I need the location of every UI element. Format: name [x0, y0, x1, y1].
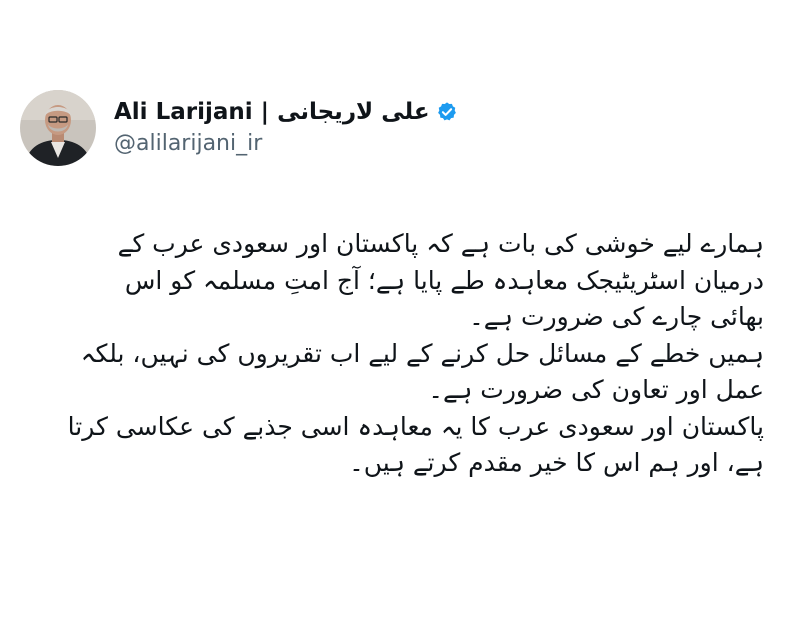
- display-name[interactable]: Ali Larijani | علی لاریجانی: [114, 97, 430, 127]
- handle[interactable]: @alilarijani_ir: [114, 129, 458, 159]
- tweet-card: Ali Larijani | علی لاریجانی @alilarijani…: [0, 0, 800, 630]
- avatar-image: [20, 90, 96, 166]
- author-names: Ali Larijani | علی لاریجانی @alilarijani…: [114, 97, 458, 159]
- tweet-line: ہمارے لیے خوشی کی بات ہے کہ پاکستان اور …: [117, 229, 764, 258]
- tweet-text: ہمارے لیے خوشی کی بات ہے کہ پاکستان اور …: [40, 226, 764, 482]
- tweet-line: پاکستان اور سعودی عرب کا یہ معاہدہ اسی ج…: [67, 411, 764, 441]
- display-name-row[interactable]: Ali Larijani | علی لاریجانی: [114, 97, 458, 127]
- verified-badge-icon: [436, 101, 458, 123]
- tweet-line: درمیان اسٹریٹیجک معاہدہ طے پایا ہے؛ آج ا…: [124, 265, 764, 295]
- tweet-line: بھائی چارے کی ضرورت ہے۔: [469, 302, 764, 331]
- tweet-line: عمل اور تعاون کی ضرورت ہے۔: [428, 375, 764, 404]
- avatar[interactable]: [20, 90, 96, 166]
- tweet-header: Ali Larijani | علی لاریجانی @alilarijani…: [20, 90, 458, 166]
- tweet-line: ہے، اور ہم اس کا خیر مقدم کرتے ہیں۔: [349, 448, 764, 477]
- tweet-line: ہمیں خطے کے مسائل حل کرنے کے لیے اب تقری…: [80, 338, 764, 368]
